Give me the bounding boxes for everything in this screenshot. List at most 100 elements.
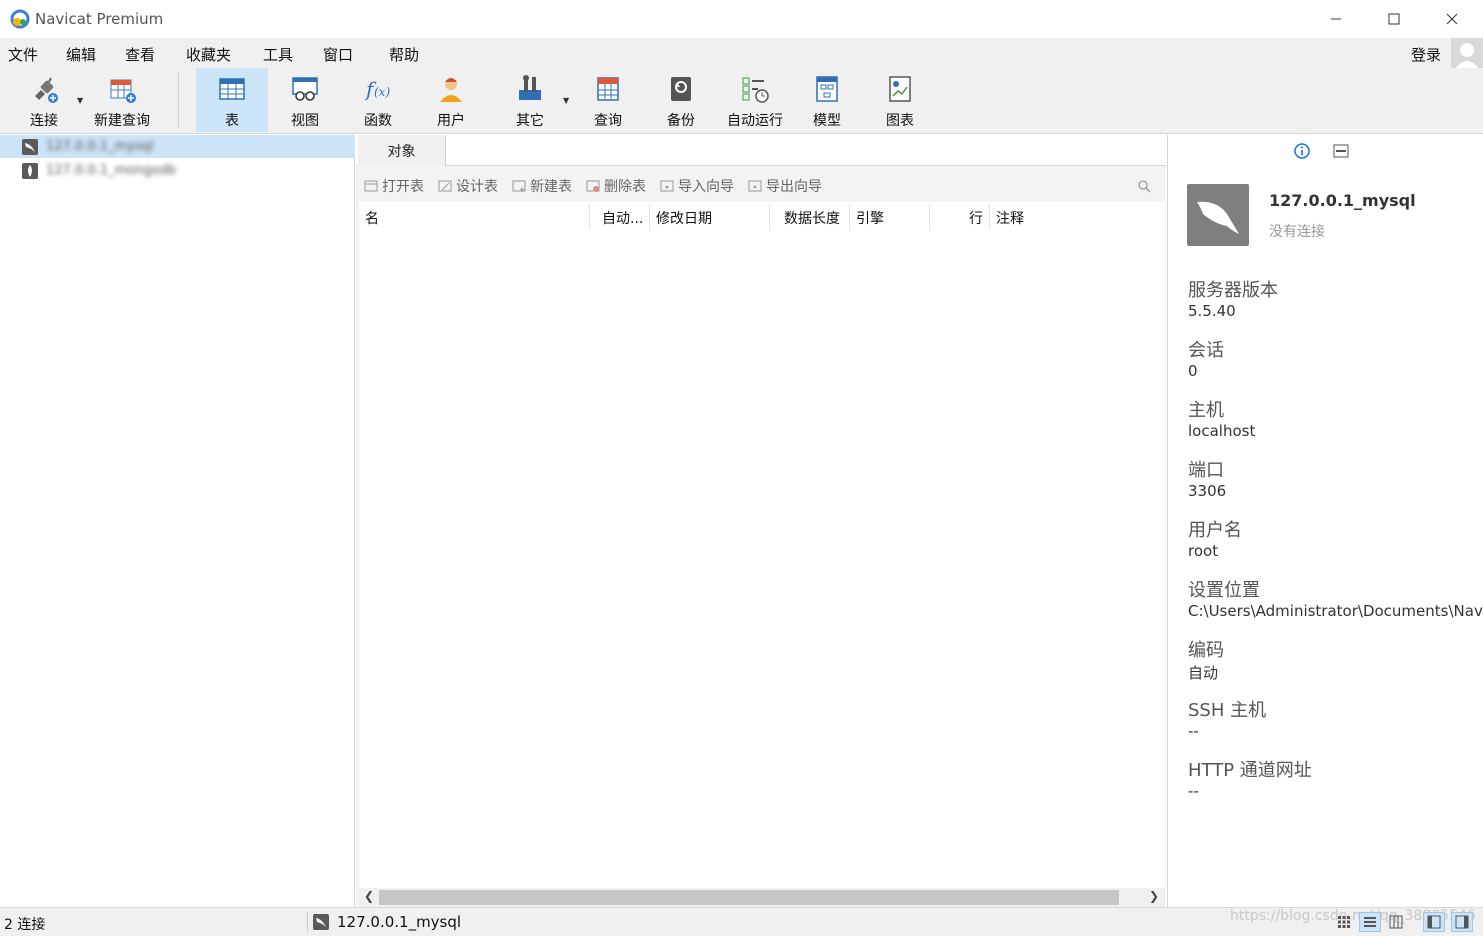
close-icon bbox=[1446, 13, 1458, 25]
open-table-button[interactable]: 打开表 bbox=[364, 176, 424, 196]
export-icon bbox=[748, 180, 762, 192]
maximize-icon bbox=[1388, 13, 1400, 25]
settings-location-value: C:\Users\Administrator\Documents\Navicat bbox=[1188, 602, 1483, 620]
menu-favorites[interactable]: 收藏夹 bbox=[186, 44, 231, 65]
menu-edit[interactable]: 编辑 bbox=[66, 44, 96, 65]
new-query-button[interactable]: 新建查询 bbox=[88, 68, 156, 132]
users-label: 用户 bbox=[437, 113, 465, 129]
connection-item-mongodb[interactable]: 127.0.0.1_mongodb bbox=[0, 159, 355, 182]
functions-button[interactable]: f (x) 函数 bbox=[346, 68, 410, 132]
mysql-logo-icon bbox=[1187, 184, 1249, 246]
connect-label: 连接 bbox=[30, 113, 58, 129]
info-icon[interactable] bbox=[1294, 143, 1310, 159]
column-header-rows[interactable]: 行 bbox=[969, 208, 983, 228]
column-header-name[interactable]: 名 bbox=[365, 208, 379, 228]
views-button[interactable]: 视图 bbox=[273, 68, 337, 132]
new-table-button[interactable]: 新建表 bbox=[512, 176, 572, 196]
query-button[interactable]: 查询 bbox=[576, 68, 640, 132]
export-wizard-button[interactable]: 导出向导 bbox=[748, 176, 822, 196]
design-table-button[interactable]: 设计表 bbox=[438, 176, 498, 196]
server-version-label: 服务器版本 bbox=[1188, 280, 1278, 301]
maximize-button[interactable] bbox=[1365, 0, 1423, 38]
close-button[interactable] bbox=[1423, 0, 1481, 38]
menu-view[interactable]: 查看 bbox=[125, 44, 155, 65]
connection-status: 没有连接 bbox=[1269, 224, 1325, 240]
users-button[interactable]: 用户 bbox=[419, 68, 483, 132]
server-version-value: 5.5.40 bbox=[1188, 302, 1236, 320]
settings-location-label: 设置位置 bbox=[1188, 580, 1260, 601]
detail-view-icon bbox=[1389, 915, 1403, 929]
port-value: 3306 bbox=[1188, 482, 1227, 500]
toggle-info-panel-button[interactable] bbox=[1451, 912, 1473, 932]
others-dropdown-icon[interactable]: ▼ bbox=[563, 96, 569, 105]
scrollbar-thumb[interactable] bbox=[379, 890, 1119, 905]
column-divider[interactable] bbox=[589, 204, 590, 230]
toolbar-divider bbox=[178, 72, 179, 128]
scroll-right-icon[interactable]: ❯ bbox=[1149, 889, 1159, 903]
column-divider[interactable] bbox=[989, 204, 990, 230]
objects-grid[interactable]: 名 自动... 修改日期 数据长度 引擎 行 注释 bbox=[359, 202, 1165, 888]
menu-help[interactable]: 帮助 bbox=[389, 44, 419, 65]
avatar[interactable] bbox=[1451, 38, 1483, 70]
connect-button[interactable]: 连接 bbox=[14, 68, 74, 132]
tab-objects[interactable]: 对象 bbox=[358, 135, 446, 166]
chart-icon bbox=[889, 76, 911, 102]
login-button[interactable]: 登录 bbox=[1411, 44, 1441, 65]
horizontal-scrollbar[interactable]: ❮ ❯ bbox=[359, 888, 1165, 907]
current-connection: 127.0.0.1_mysql bbox=[313, 913, 461, 931]
automation-button[interactable]: 自动运行 bbox=[720, 68, 790, 132]
current-connection-label: 127.0.0.1_mysql bbox=[337, 913, 462, 931]
http-tunnel-value: -- bbox=[1188, 782, 1199, 800]
connect-dropdown-icon[interactable]: ▼ bbox=[77, 96, 83, 105]
views-label: 视图 bbox=[291, 113, 319, 129]
column-header-engine[interactable]: 引擎 bbox=[856, 208, 884, 228]
grid-view-icon bbox=[1338, 916, 1350, 928]
column-divider[interactable] bbox=[649, 204, 650, 230]
ddl-icon[interactable] bbox=[1333, 143, 1349, 159]
menu-tools[interactable]: 工具 bbox=[263, 44, 293, 65]
minimize-button[interactable] bbox=[1307, 0, 1365, 38]
column-header-comment[interactable]: 注释 bbox=[996, 208, 1024, 228]
title-bar: Navicat Premium bbox=[0, 0, 1483, 38]
backup-button[interactable]: 备份 bbox=[649, 68, 713, 132]
open-table-label: 打开表 bbox=[382, 179, 424, 195]
search-icon[interactable] bbox=[1137, 179, 1151, 193]
design-table-label: 设计表 bbox=[456, 179, 498, 195]
view-icon bbox=[292, 77, 318, 101]
scroll-left-icon[interactable]: ❮ bbox=[364, 889, 374, 903]
port-label: 端口 bbox=[1188, 460, 1224, 481]
column-header-data-length[interactable]: 数据长度 bbox=[784, 208, 840, 228]
new-table-label: 新建表 bbox=[530, 179, 572, 195]
grid-view-button[interactable] bbox=[1333, 912, 1355, 932]
toggle-sidebar-button[interactable] bbox=[1423, 912, 1445, 932]
column-header-auto-increment[interactable]: 自动... bbox=[602, 208, 643, 228]
import-wizard-button[interactable]: 导入向导 bbox=[660, 176, 734, 196]
connection-label: 127.0.0.1_mysql bbox=[46, 139, 154, 154]
chart-button[interactable]: 图表 bbox=[868, 68, 932, 132]
column-divider[interactable] bbox=[929, 204, 930, 230]
tools-icon bbox=[519, 75, 541, 100]
sessions-label: 会话 bbox=[1188, 340, 1224, 361]
schedule-icon bbox=[742, 77, 769, 103]
connection-item-mysql[interactable]: 127.0.0.1_mysql bbox=[0, 135, 355, 158]
mysql-icon bbox=[313, 914, 329, 930]
column-divider[interactable] bbox=[769, 204, 770, 230]
menu-window[interactable]: 窗口 bbox=[323, 44, 353, 65]
chart-label: 图表 bbox=[886, 113, 914, 129]
query-icon bbox=[597, 77, 619, 101]
list-view-button[interactable] bbox=[1359, 912, 1381, 932]
tables-label: 表 bbox=[225, 113, 239, 129]
export-wizard-label: 导出向导 bbox=[766, 179, 822, 195]
model-button[interactable]: 模型 bbox=[796, 68, 858, 132]
design-table-icon bbox=[438, 180, 452, 192]
user-icon bbox=[440, 78, 462, 102]
column-header-modified-date[interactable]: 修改日期 bbox=[656, 208, 712, 228]
detail-view-button[interactable] bbox=[1385, 912, 1407, 932]
host-label: 主机 bbox=[1188, 400, 1224, 421]
delete-table-button[interactable]: 删除表 bbox=[586, 176, 646, 196]
menu-file[interactable]: 文件 bbox=[8, 44, 38, 65]
mysql-icon bbox=[22, 138, 38, 155]
others-button[interactable]: 其它 bbox=[498, 68, 562, 132]
column-divider[interactable] bbox=[849, 204, 850, 230]
tables-button[interactable]: 表 bbox=[196, 68, 268, 132]
